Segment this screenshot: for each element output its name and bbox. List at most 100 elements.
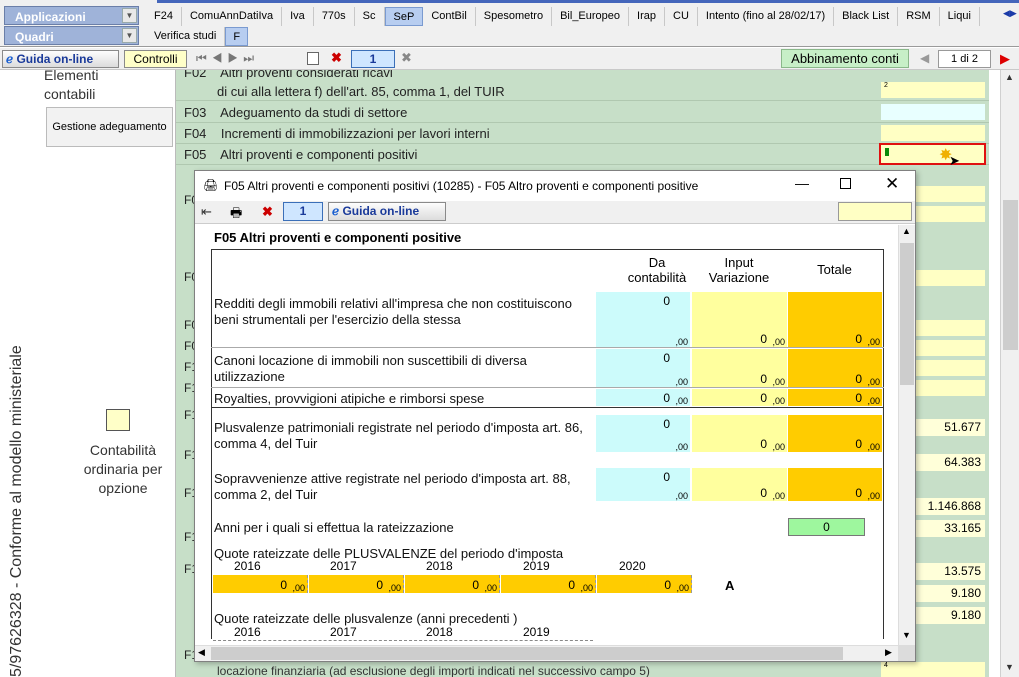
subtab-verifica-studi[interactable]: Verifica studi: [146, 27, 226, 46]
tab-iva[interactable]: Iva: [282, 7, 314, 26]
da-value: 0: [663, 417, 670, 431]
tab-f24[interactable]: F24: [146, 7, 182, 26]
right-field[interactable]: [916, 340, 985, 356]
tab-sc[interactable]: Sc: [355, 7, 385, 26]
bottom-field[interactable]: [881, 662, 985, 677]
f03-value-field[interactable]: [881, 104, 985, 120]
dialog-hscroll[interactable]: ◀ ▶: [195, 645, 898, 661]
dialog-vscroll[interactable]: ▲ ▼: [898, 225, 915, 645]
tab-spesometro[interactable]: Spesometro: [476, 7, 553, 26]
input-field[interactable]: 0,00: [692, 415, 787, 452]
chevron-down-icon[interactable]: ▼: [122, 28, 137, 43]
right-field[interactable]: [916, 360, 985, 376]
da-field[interactable]: 0,00: [596, 349, 690, 387]
row-label: Canoni locazione di immobili non suscett…: [214, 353, 527, 384]
minimize-icon[interactable]: —: [795, 175, 809, 191]
col-header-input: Input Variazione: [708, 255, 770, 285]
delete-icon[interactable]: ✖: [262, 204, 273, 220]
totale-value: 0: [855, 437, 862, 451]
tabs-scroll-arrows[interactable]: ◀▶: [1003, 8, 1017, 19]
abbinamento-conti-button[interactable]: Abbinamento conti: [781, 49, 909, 68]
tab-black-list[interactable]: Black List: [834, 7, 899, 26]
tab-rsm[interactable]: RSM: [898, 7, 940, 26]
input-value: 0: [760, 372, 767, 386]
scroll-down-icon[interactable]: ▼: [1005, 662, 1014, 672]
tab-liqui[interactable]: Liqui: [940, 7, 980, 26]
tab-intento[interactable]: Intento (fino al 28/02/17): [698, 7, 835, 26]
dialog-yellow-field[interactable]: [838, 202, 912, 221]
da-field[interactable]: 0,00: [596, 415, 690, 452]
gestione-adeguamento-button[interactable]: Gestione adeguamento: [46, 107, 173, 147]
page-of-label: 1 di 2: [938, 50, 991, 68]
close-icon[interactable]: ✕: [885, 174, 899, 194]
delete-page-icon[interactable]: ✖: [331, 50, 342, 66]
scroll-down-icon[interactable]: ▼: [902, 630, 911, 640]
right-field[interactable]: [916, 270, 985, 286]
sub-tabs: Verifica studi F: [146, 26, 249, 47]
chevron-down-icon[interactable]: ▼: [122, 8, 137, 23]
f05-value-field-highlighted[interactable]: ✸ ➤: [879, 143, 986, 168]
help-ie-icon: ℯ: [332, 204, 340, 218]
print-icon[interactable]: 🖶: [230, 204, 242, 226]
quota-value: 0: [280, 578, 287, 592]
right-field[interactable]: [916, 380, 985, 396]
input-field[interactable]: 0,00: [692, 292, 787, 347]
maximize-icon[interactable]: [840, 178, 851, 189]
scroll-thumb[interactable]: [211, 647, 843, 660]
exit-icon[interactable]: ⇤: [201, 204, 212, 220]
left-panel: Elementi contabili Gestione adeguamento …: [0, 67, 176, 677]
quota-field[interactable]: 0,00: [597, 575, 692, 593]
dialog-page-number[interactable]: 1: [283, 202, 323, 221]
tab-contbil[interactable]: ContBil: [423, 7, 476, 26]
contabilita-ordinaria-checkbox[interactable]: [106, 409, 130, 431]
tab-bil-europeo[interactable]: Bil_Europeo: [552, 7, 630, 26]
right-field[interactable]: [916, 186, 985, 202]
da-field[interactable]: 0,00: [596, 389, 690, 406]
tab-770s[interactable]: 770s: [314, 7, 355, 26]
scroll-thumb[interactable]: [900, 243, 914, 385]
row-label: Redditi degli immobili relativi all'impr…: [214, 296, 572, 327]
next-page-icon[interactable]: ▶: [1000, 51, 1010, 67]
decimal-suffix: ,00: [292, 583, 305, 593]
scroll-left-icon[interactable]: ◀: [198, 647, 205, 658]
dialog-heading: F05 Altri proventi e componenti positive: [214, 230, 462, 245]
f02-value-field[interactable]: [881, 82, 985, 98]
da-field[interactable]: 0,00: [596, 292, 690, 347]
col-header-da: Da contabilità: [627, 255, 687, 285]
quota-field[interactable]: 0,00: [501, 575, 596, 593]
tab-cu[interactable]: CU: [665, 7, 698, 26]
input-field[interactable]: 0,00: [692, 389, 787, 406]
applicazioni-dropdown[interactable]: Applicazioni ▼: [4, 6, 139, 25]
copy-page-icon[interactable]: [307, 52, 319, 65]
subtab-f[interactable]: F: [225, 27, 249, 46]
quota-field[interactable]: 0,00: [213, 575, 308, 593]
scroll-thumb[interactable]: [1003, 200, 1018, 350]
tab-irap[interactable]: Irap: [629, 7, 665, 26]
guida-label: Guida on-line: [342, 204, 420, 218]
tab-sep[interactable]: SeP: [384, 7, 424, 26]
prev-page-icon[interactable]: ◀: [920, 51, 929, 65]
main-scrollbar[interactable]: ▲ ▼: [1000, 70, 1019, 677]
input-field[interactable]: 0,00: [692, 349, 787, 387]
quota-field[interactable]: 0,00: [405, 575, 500, 593]
f04-value-field[interactable]: [881, 125, 985, 141]
scroll-right-icon[interactable]: ▶: [885, 647, 892, 658]
totale-value: 0: [855, 332, 862, 346]
dialog-guida-button[interactable]: ℯ Guida on-line: [328, 202, 446, 221]
scroll-up-icon[interactable]: ▲: [902, 226, 911, 236]
tab-comuanndatiiva[interactable]: ComuAnnDatiIva: [182, 7, 283, 26]
page-number-box[interactable]: 1: [351, 50, 395, 68]
quadri-dropdown[interactable]: Quadri ▼: [4, 26, 139, 45]
scroll-up-icon[interactable]: ▲: [1005, 72, 1014, 82]
quota-value: 0: [664, 578, 671, 592]
right-field[interactable]: [916, 206, 985, 222]
quota-field[interactable]: 0,00: [309, 575, 404, 593]
remove-page-icon[interactable]: ✖: [401, 50, 412, 66]
da-field[interactable]: 0,00: [596, 468, 690, 501]
row-text: Altri proventi e componenti positivi: [220, 147, 418, 162]
right-field[interactable]: [916, 320, 985, 336]
decimal-suffix: ,00: [772, 337, 785, 347]
nav-first-prev-icons[interactable]: ⏮◀▶⏭: [196, 51, 259, 66]
input-field[interactable]: 0,00: [692, 468, 787, 501]
anni-field[interactable]: 0: [788, 518, 865, 536]
